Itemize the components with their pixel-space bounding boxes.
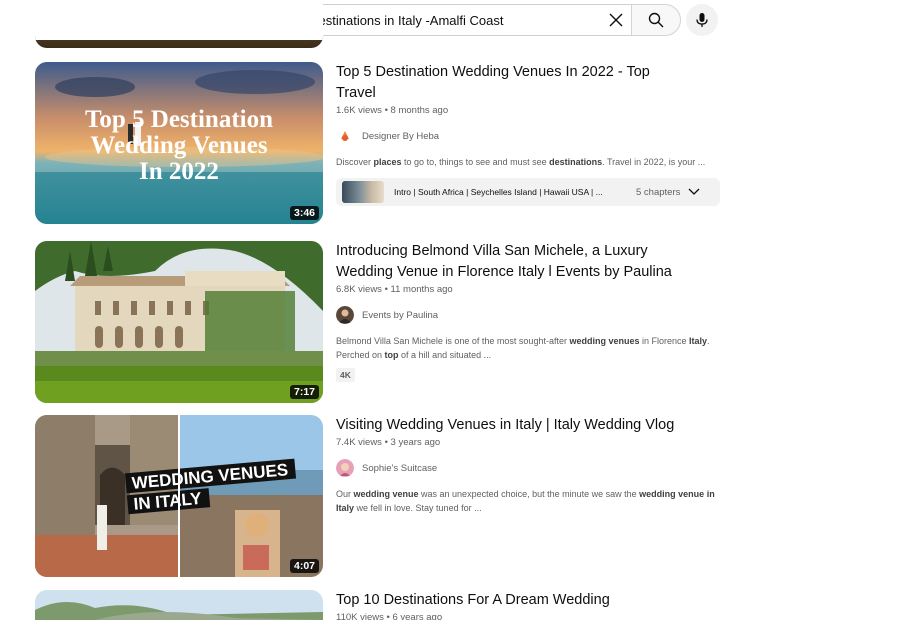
chapters-list: Intro | South Africa | Seychelles Island… [394, 187, 603, 197]
video-title-line: Wedding Venue in Florence Italy l Events… [336, 264, 672, 280]
quality-badge: 4K [336, 368, 355, 382]
microphone-icon [696, 13, 708, 27]
video-title-line: Introducing Belmond Villa San Michele, a… [336, 243, 648, 259]
chevron-down-icon [688, 188, 700, 196]
description-text: Discover [336, 157, 374, 167]
description-highlight: top [384, 350, 399, 360]
description-text: Our [336, 489, 354, 499]
description-highlight: wedding venues [569, 336, 640, 346]
video-title-line: Top 10 Destinations For A Dream Wedding [336, 592, 610, 608]
channel-name: Events by Paulina [362, 309, 439, 321]
video-meta: 110K views • 6 years ago [336, 612, 443, 620]
video-meta: 6.8K views • 11 months ago [336, 284, 453, 295]
description-text: we fell in love. Stay tuned for ... [354, 503, 482, 513]
thumbnail-image: Top 5 Destination Wedding Venues In 2022 [35, 62, 323, 224]
thumbnail-text: In 2022 [139, 158, 219, 185]
video-info: Visiting Wedding Venues in Italy | Italy… [336, 415, 726, 515]
description-highlight: wedding venue [639, 489, 705, 499]
video-result: WEDDING VENUES IN ITALY 4:07 Visiting We… [35, 415, 725, 580]
video-result: Top 5 Destination Wedding Venues In 2022… [35, 62, 725, 232]
thumbnail-text: Top 5 Destination [85, 106, 273, 133]
duration-badge: 3:46 [289, 206, 319, 220]
search-icon [648, 12, 664, 28]
video-thumbnail[interactable]: Top 5 Destination Wedding Venues In 2022… [35, 62, 323, 224]
video-title-line: Travel [336, 85, 376, 101]
thumbnail-text: Wedding Venues [90, 132, 267, 159]
video-title[interactable]: Top 5 Destination Wedding Venues In 2022… [336, 62, 726, 104]
description-text: . Travel in 2022, is your ... [602, 157, 706, 167]
thumbnail-image [35, 241, 323, 403]
channel-name: Sophie's Suitcase [362, 462, 438, 474]
description-highlight: Italy [689, 336, 708, 346]
video-info: Top 5 Destination Wedding Venues In 2022… [336, 62, 726, 206]
description-text: Belmond Villa San Michele is one of the … [336, 336, 570, 346]
channel-name: Designer By Heba [362, 130, 440, 142]
thumbnail-image [35, 590, 323, 620]
video-result: Top 10 Destinations For A Dream Wedding … [35, 590, 725, 620]
video-title[interactable]: Visiting Wedding Venues in Italy | Italy… [336, 415, 726, 436]
channel-avatar [336, 459, 354, 477]
video-result: 7:17 Introducing Belmond Villa San Miche… [35, 241, 725, 406]
duration-badge: 7:17 [289, 385, 319, 399]
clear-search-button[interactable] [601, 5, 631, 35]
video-thumbnail[interactable]: WEDDING VENUES IN ITALY 4:07 [35, 415, 323, 577]
video-description: Discover places to go to, things to see … [336, 155, 726, 169]
video-title-line: Top 5 Destination Wedding Venues In 2022… [336, 64, 650, 80]
video-meta: 1.6K views • 8 months ago [336, 105, 449, 116]
video-thumbnail[interactable] [35, 590, 323, 620]
channel-avatar [336, 127, 354, 145]
close-icon [609, 13, 623, 27]
video-title[interactable]: Top 10 Destinations For A Dream Wedding [336, 590, 726, 611]
search-button[interactable] [631, 4, 681, 36]
description-text: was an unexpected choice, but the minute… [418, 489, 640, 499]
duration-badge: 4:07 [289, 559, 319, 573]
voice-search-button[interactable] [686, 4, 718, 36]
video-title[interactable]: Introducing Belmond Villa San Michele, a… [336, 241, 726, 283]
chapters-count: 5 chapters [636, 186, 681, 198]
thumbnail-image: WEDDING VENUES IN ITALY [35, 415, 323, 577]
video-title-line: Visiting Wedding Venues in Italy | Italy… [336, 417, 675, 433]
channel-link[interactable]: Events by Paulina [336, 306, 726, 324]
video-meta: 7.4K views • 3 years ago [336, 437, 441, 448]
description-text: to go to, things to see and must see [401, 157, 550, 167]
description-text: in Florence [639, 336, 690, 346]
description-highlight: destinations [549, 157, 603, 167]
channel-link[interactable]: Designer By Heba [336, 127, 726, 145]
previous-video-thumbnail[interactable] [35, 0, 323, 48]
channel-avatar [336, 306, 354, 324]
description-highlight: places [373, 157, 402, 167]
video-thumbnail[interactable]: 7:17 [35, 241, 323, 403]
video-info: Introducing Belmond Villa San Michele, a… [336, 241, 726, 383]
chapter-thumbnail [342, 181, 384, 203]
description-highlight: wedding venue [353, 489, 419, 499]
description-text: of a hill and situated ... [398, 350, 492, 360]
video-description: Our wedding venue was an unexpected choi… [336, 487, 726, 515]
video-description: Belmond Villa San Michele is one of the … [336, 334, 726, 362]
chapters-expander[interactable]: Intro | South Africa | Seychelles Island… [336, 178, 720, 206]
channel-link[interactable]: Sophie's Suitcase [336, 459, 726, 477]
video-info: Top 10 Destinations For A Dream Wedding … [336, 590, 726, 620]
